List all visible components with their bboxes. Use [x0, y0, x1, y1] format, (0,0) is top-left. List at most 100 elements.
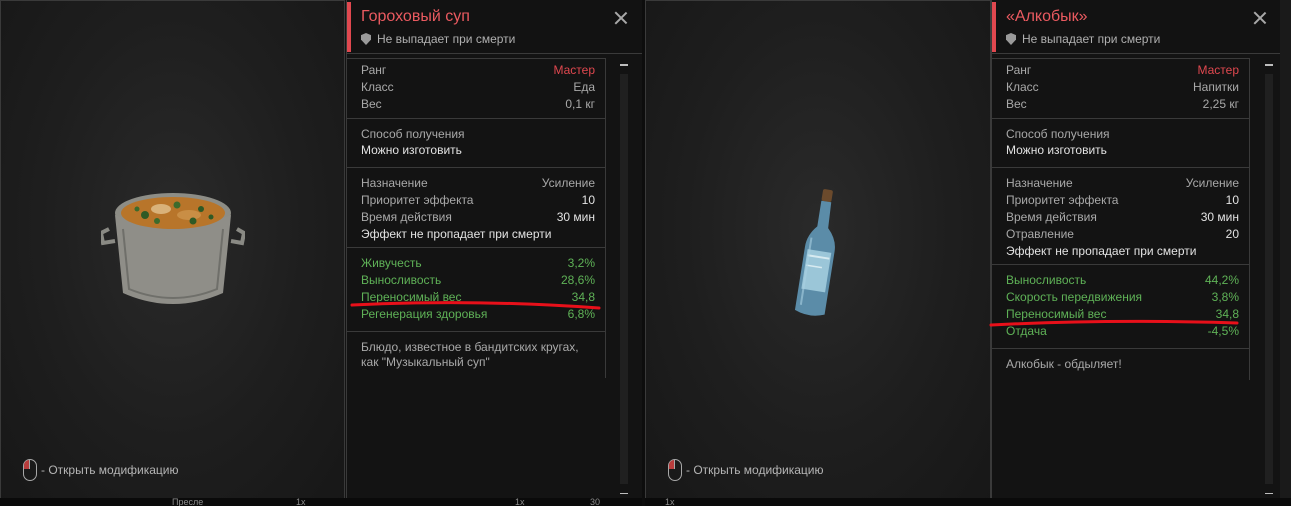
class-value: Напитки [1193, 80, 1239, 94]
item-description: Алкобык - обдыляет! [1006, 357, 1122, 371]
death-flag-label: Не выпадает при смерти [377, 32, 516, 46]
mouse-icon [668, 459, 682, 481]
item-description: Блюдо, известное в бандитских кругах, ка… [361, 340, 579, 369]
background-text: 30 [590, 498, 601, 506]
effect-priority-row: Приоритет эффекта 10 [1006, 192, 1239, 209]
class-row: Класс Напитки [1006, 79, 1239, 96]
stat-label: Живучесть [361, 256, 422, 270]
effect-priority-row: Приоритет эффекта 10 [361, 192, 595, 209]
purpose-value: Усиление [1185, 176, 1239, 190]
close-icon[interactable] [614, 11, 628, 25]
rank-value: Мастер [1197, 63, 1239, 77]
obtain-value: Можно изготовить [361, 143, 462, 157]
rank-accent-bar [347, 2, 351, 52]
stat-row: Выносливость 44,2% [1006, 272, 1239, 289]
open-modification-label: - Открыть модификацию [686, 463, 824, 477]
scrollbar[interactable] [1262, 58, 1276, 500]
scroll-bottom-marker [1265, 492, 1273, 494]
rank-value: Мастер [553, 63, 595, 77]
item-stats-box: Ранг Мастер Класс Еда Вес 0,1 кг Способ пол… [347, 58, 606, 378]
vodka-bottle-icon [794, 189, 835, 316]
weight-label: Вес [361, 97, 382, 111]
class-label: Класс [1006, 80, 1039, 94]
stat-value: 3,2% [567, 256, 595, 270]
shield-icon [1006, 33, 1016, 45]
death-flag: Не выпадает при смерти [1006, 32, 1160, 46]
purpose-value: Усиление [541, 176, 595, 190]
weight-row: Вес 0,1 кг [361, 96, 595, 113]
purpose-label: Назначение [361, 176, 428, 190]
close-icon[interactable] [1253, 11, 1267, 25]
stat-bonus-section: Выносливость 44,2% Скорость передвижения 3… [992, 265, 1249, 349]
obtain-value: Можно изготовить [1006, 143, 1107, 157]
item-header: «Алкобык» Не выпадает при смерти [992, 0, 1291, 54]
pea-soup-pot-icon [101, 193, 245, 304]
basic-info-section: Ранг Мастер Класс Напитки Вес 2,25 кг [992, 59, 1249, 119]
class-row: Класс Еда [361, 79, 595, 96]
stat-row: Выносливость 28,6% [361, 272, 595, 289]
stat-label: Выносливость [1006, 273, 1087, 287]
stat-bonus-section: Живучесть 3,2% Выносливость 28,6% Переноси… [347, 248, 605, 332]
weight-row: Вес 2,25 кг [1006, 96, 1239, 113]
duration-value: 30 мин [556, 210, 595, 224]
death-flag-label: Не выпадает при смерти [1022, 32, 1161, 46]
underline-annotation [989, 319, 1239, 327]
item-title: «Алкобык» [1006, 8, 1088, 25]
open-modification-label: - Открыть модификацию [41, 463, 179, 477]
stat-value: 44,2% [1204, 273, 1239, 287]
class-value: Еда [573, 80, 595, 94]
background-strip: Пресле 1х 1х 30 [0, 498, 642, 506]
item-info-panel: «Алкобык» Не выпадает при смерти Ранг Мас… [991, 0, 1291, 506]
item-stats-box: Ранг Мастер Класс Напитки Вес 2,25 кг Спосо… [992, 58, 1250, 380]
item-title: Гороховый суп [361, 8, 470, 25]
underline-annotation [350, 301, 601, 310]
purpose-row: Назначение Усиление [1006, 175, 1239, 192]
item-window-alkobyk: - Открыть модификацию «Алкобык» Не выпад… [645, 0, 1291, 506]
background-text: 1х [665, 498, 675, 506]
effect-section: Назначение Усиление Приоритет эффекта 10 В… [347, 168, 605, 248]
stat-label: Выносливость [361, 273, 442, 287]
weight-label: Вес [1006, 97, 1027, 111]
obtain-section: Способ получения Можно изготовить [992, 119, 1249, 168]
rank-label: Ранг [1006, 63, 1032, 77]
scroll-top-marker [620, 64, 628, 66]
duration-label: Время действия [361, 210, 452, 224]
rank-label: Ранг [361, 63, 387, 77]
duration-value: 30 мин [1200, 210, 1239, 224]
item-preview-area[interactable]: - Открыть модификацию [0, 0, 345, 506]
scrollbar[interactable] [617, 58, 631, 500]
mouse-icon [23, 459, 37, 481]
item-header: Гороховый суп Не выпадает при смерти [347, 0, 642, 54]
scroll-thumb[interactable] [1265, 74, 1273, 484]
effect-priority-label: Приоритет эффекта [1006, 193, 1119, 207]
open-modification-hint[interactable]: - Открыть модификацию [668, 459, 824, 481]
purpose-row: Назначение Усиление [361, 175, 595, 192]
stat-row: Живучесть 3,2% [361, 255, 595, 272]
window-edge [1280, 0, 1291, 506]
effect-note: Эффект не пропадает при смерти [1006, 244, 1197, 258]
background-text: 1х [296, 498, 306, 506]
effect-priority-value: 10 [581, 193, 595, 207]
background-strip: 1х [645, 498, 1291, 506]
scroll-top-marker [1265, 64, 1273, 66]
rank-accent-bar [992, 2, 996, 52]
duration-row: Время действия 30 мин [361, 209, 595, 226]
shield-icon [361, 33, 371, 45]
obtain-label: Способ получения [1006, 127, 1110, 141]
stat-label: Скорость передвижения [1006, 290, 1143, 304]
weight-value: 2,25 кг [1202, 97, 1239, 111]
poisoning-row: Отравление 20 [1006, 226, 1239, 243]
effect-section: Назначение Усиление Приоритет эффекта 10 В… [992, 168, 1249, 265]
duration-row: Время действия 30 мин [1006, 209, 1239, 226]
item-preview-area[interactable]: - Открыть модификацию [645, 0, 991, 506]
death-flag: Не выпадает при смерти [361, 32, 515, 46]
scroll-thumb[interactable] [620, 74, 628, 484]
rank-row: Ранг Мастер [1006, 62, 1239, 79]
stat-row: Скорость передвижения 3,8% [1006, 289, 1239, 306]
open-modification-hint[interactable]: - Открыть модификацию [23, 459, 179, 481]
effect-priority-value: 10 [1225, 193, 1239, 207]
stat-value: 3,8% [1211, 290, 1239, 304]
obtain-label: Способ получения [361, 127, 465, 141]
effect-note: Эффект не пропадает при смерти [361, 227, 552, 241]
effect-priority-label: Приоритет эффекта [361, 193, 474, 207]
